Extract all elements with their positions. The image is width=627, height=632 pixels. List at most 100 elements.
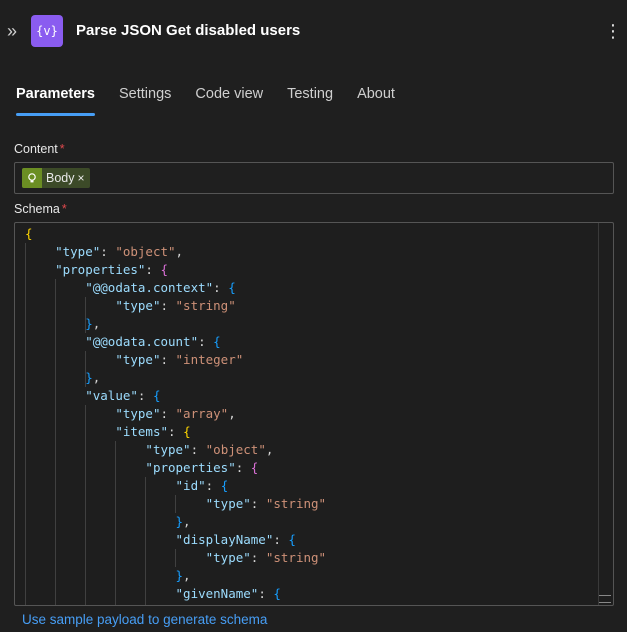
code-token: :: [168, 424, 184, 439]
tab-parameters[interactable]: Parameters: [16, 85, 95, 116]
lightbulb-icon: [22, 168, 42, 188]
code-token: }: [85, 370, 93, 385]
code-token: "displayName": [175, 532, 274, 547]
code-token: "@@odata.count": [85, 334, 199, 349]
schema-code[interactable]: { "type": "object", "properties": { "@@o…: [25, 225, 326, 603]
code-token: {: [183, 424, 191, 439]
code-line: "type": "string": [25, 549, 326, 567]
tab-settings[interactable]: Settings: [119, 85, 171, 115]
code-token: "properties": [55, 262, 146, 277]
code-token: ,: [175, 244, 184, 259]
parse-json-action-icon: {v}: [31, 15, 63, 47]
token-label: Body: [46, 171, 75, 185]
code-line: "@@odata.context": {: [25, 279, 326, 297]
code-token: }: [85, 316, 93, 331]
tab-bar: Parameters Settings Code view Testing Ab…: [16, 85, 419, 117]
tab-code-view[interactable]: Code view: [195, 85, 263, 115]
code-token: "properties": [145, 460, 236, 475]
code-line: "properties": {: [25, 261, 326, 279]
code-token: {: [228, 280, 236, 295]
code-line: "type": "array",: [25, 405, 326, 423]
code-line: "items": {: [25, 423, 326, 441]
schema-editor[interactable]: { "type": "object", "properties": { "@@o…: [14, 222, 614, 606]
code-token: {: [160, 262, 169, 277]
code-token: :: [145, 262, 161, 277]
code-token: "string": [265, 550, 327, 565]
code-token: ,: [92, 316, 101, 331]
code-token: "id": [175, 478, 206, 493]
code-token: {: [220, 478, 229, 493]
remove-token-icon[interactable]: ×: [78, 171, 85, 185]
code-line: "type": "string": [25, 297, 326, 315]
chevron-double-right-icon[interactable]: »: [7, 22, 23, 40]
code-token: "type": [205, 496, 251, 511]
code-line: "properties": {: [25, 459, 326, 477]
code-token: {: [25, 226, 33, 241]
required-mark: *: [59, 142, 65, 156]
code-token: :: [250, 550, 266, 565]
code-token: :: [100, 244, 116, 259]
code-token: ,: [265, 442, 274, 457]
body-token[interactable]: Body ×: [22, 168, 90, 188]
code-token: {: [213, 334, 221, 349]
code-token: "type": [115, 406, 161, 421]
code-line: "type": "object",: [25, 243, 326, 261]
code-token: {: [250, 460, 259, 475]
code-token: "type": [115, 298, 161, 313]
content-label-text: Content: [14, 142, 58, 156]
code-token: :: [198, 334, 214, 349]
code-token: :: [160, 298, 176, 313]
code-token: {: [152, 388, 161, 403]
action-icon-glyph: {v}: [36, 24, 58, 38]
action-header: » {v} Parse JSON Get disabled users ⋮: [0, 0, 627, 64]
generate-schema-link[interactable]: Use sample payload to generate schema: [22, 612, 267, 627]
code-token: {: [273, 586, 281, 601]
action-title[interactable]: Parse JSON Get disabled users: [76, 22, 300, 39]
code-token: :: [190, 442, 206, 457]
code-token: :: [250, 496, 266, 511]
code-token: :: [205, 478, 221, 493]
more-options-icon[interactable]: ⋮: [604, 20, 622, 42]
code-token: "items": [115, 424, 168, 439]
code-line: "type": "integer": [25, 351, 326, 369]
code-token: "@@odata.context": [85, 280, 214, 295]
code-token: :: [160, 352, 176, 367]
editor-scrollbar[interactable]: [598, 223, 613, 605]
tab-testing[interactable]: Testing: [287, 85, 333, 115]
code-token: :: [160, 406, 176, 421]
code-token: ,: [183, 568, 191, 583]
code-line: "id": {: [25, 477, 326, 495]
code-token: }: [175, 514, 184, 529]
resize-handle-icon[interactable]: [599, 595, 611, 603]
code-line: "@@odata.count": {: [25, 333, 326, 351]
code-line: "type": "object",: [25, 441, 326, 459]
code-token: ,: [92, 370, 101, 385]
content-label: Content *: [14, 142, 65, 156]
code-token: ,: [183, 514, 191, 529]
code-token: "object": [205, 442, 266, 457]
code-token: "object": [115, 244, 176, 259]
code-token: "type": [145, 442, 191, 457]
code-token: :: [235, 460, 251, 475]
code-token: :: [137, 388, 153, 403]
code-line: },: [25, 315, 326, 333]
code-token: "type": [115, 352, 161, 367]
tab-about[interactable]: About: [357, 85, 395, 115]
content-field[interactable]: Body ×: [14, 162, 614, 194]
code-token: "string": [265, 496, 327, 511]
code-token: "type": [55, 244, 101, 259]
code-token: "type": [205, 550, 251, 565]
